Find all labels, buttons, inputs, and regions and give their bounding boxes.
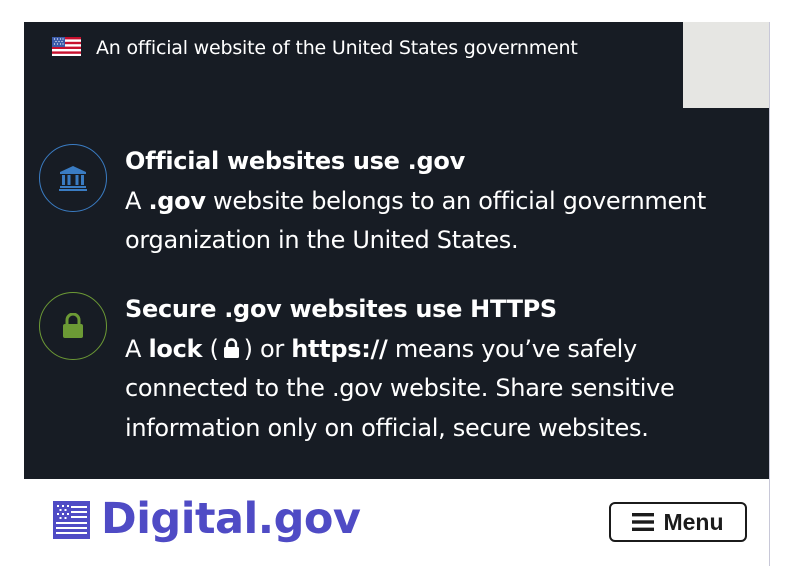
lock-word: lock — [148, 334, 203, 363]
site-logo-text[interactable]: Digital.gov — [101, 491, 361, 547]
government-building-icon — [59, 166, 87, 191]
gov-line-rest: website belongs to an official governmen… — [125, 186, 706, 255]
menu-button[interactable]: Menu — [609, 502, 747, 542]
https-icon-circle — [39, 292, 107, 360]
inline-lock-icon — [223, 337, 239, 358]
https-explanation: Secure .gov websites use HTTPS A lock ()… — [125, 290, 765, 448]
https-section-title: Secure .gov websites use HTTPS — [125, 295, 557, 323]
official-site-text: An official website of the United States… — [96, 37, 578, 59]
site-header: Digital.gov Menu — [24, 479, 769, 566]
gov-section-title: Official websites use .gov — [125, 147, 465, 175]
hamburger-icon — [632, 513, 655, 531]
gov-explanation: Official websites use .gov A .gov websit… — [125, 142, 765, 261]
menu-label: Menu — [663, 508, 724, 535]
close-placeholder-box[interactable] — [683, 22, 769, 108]
gov-bold-term: .gov — [148, 186, 206, 215]
lock-icon — [63, 313, 83, 338]
paren-open: ( — [202, 334, 219, 363]
official-gov-banner: An official website of the United States… — [24, 22, 769, 78]
digital-gov-flag-logo-icon[interactable] — [53, 501, 90, 539]
https-word: https:// — [291, 334, 388, 363]
page-frame: An official website of the United States… — [24, 22, 770, 566]
paren-close: ) or — [243, 334, 292, 363]
us-flag-icon — [52, 37, 81, 56]
https-prefix: A — [125, 334, 149, 363]
gov-line-prefix: A — [125, 186, 149, 215]
gov-icon-circle — [39, 144, 107, 212]
